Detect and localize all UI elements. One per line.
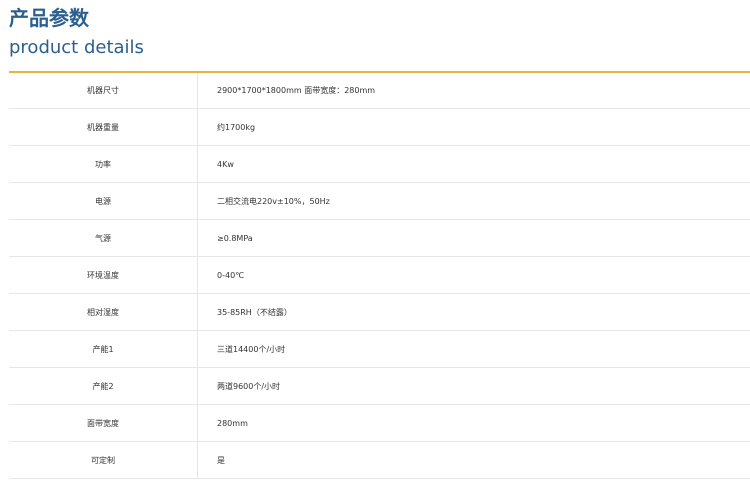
section-title-zh: 产品参数: [9, 6, 89, 30]
spec-value: ≥0.8MPa: [217, 233, 253, 243]
spec-value: 是: [217, 455, 225, 465]
spec-label: 电源: [9, 183, 198, 219]
spec-label: 机器尺寸: [9, 73, 198, 108]
spec-label: 功率: [9, 146, 198, 182]
spec-label: 环境温度: [9, 257, 198, 293]
spec-label: 面带宽度: [9, 405, 198, 441]
table-row: 可定制 是: [9, 442, 750, 479]
spec-label: 机器重量: [9, 109, 198, 145]
spec-value: 约1700kg: [217, 122, 256, 132]
spec-label: 气源: [9, 220, 198, 256]
spec-value: 35-85RH（不结露）: [217, 307, 292, 317]
table-row: 产能1 三道14400个/小时: [9, 331, 750, 368]
table-row: 机器尺寸 2900*1700*1800mm 面带宽度：280mm: [9, 73, 750, 109]
spec-value: 4Kw: [217, 159, 234, 169]
spec-label: 相对湿度: [9, 294, 198, 330]
spec-label: 可定制: [9, 442, 198, 478]
spec-value: 280mm: [217, 418, 248, 428]
table-row: 功率 4Kw: [9, 146, 750, 183]
spec-table: 机器尺寸 2900*1700*1800mm 面带宽度：280mm 机器重量 约1…: [9, 73, 750, 479]
spec-value: 2900*1700*1800mm 面带宽度：280mm: [217, 86, 376, 95]
table-row: 气源 ≥0.8MPa: [9, 220, 750, 257]
spec-label: 产能1: [9, 331, 198, 367]
table-row: 机器重量 约1700kg: [9, 109, 750, 146]
table-row: 环境温度 0-40℃: [9, 257, 750, 294]
spec-value: 0-40℃: [217, 270, 245, 280]
spec-label: 产能2: [9, 368, 198, 404]
spec-value: 三道14400个/小时: [217, 344, 286, 354]
table-row: 面带宽度 280mm: [9, 405, 750, 442]
table-row: 相对湿度 35-85RH（不结露）: [9, 294, 750, 331]
table-row: 电源 二相交流电220v±10%，50Hz: [9, 183, 750, 220]
section-title-en: product details: [9, 37, 144, 58]
spec-value: 二相交流电220v±10%，50Hz: [217, 196, 330, 206]
table-row: 产能2 两道9600个/小时: [9, 368, 750, 405]
spec-value: 两道9600个/小时: [217, 381, 281, 391]
